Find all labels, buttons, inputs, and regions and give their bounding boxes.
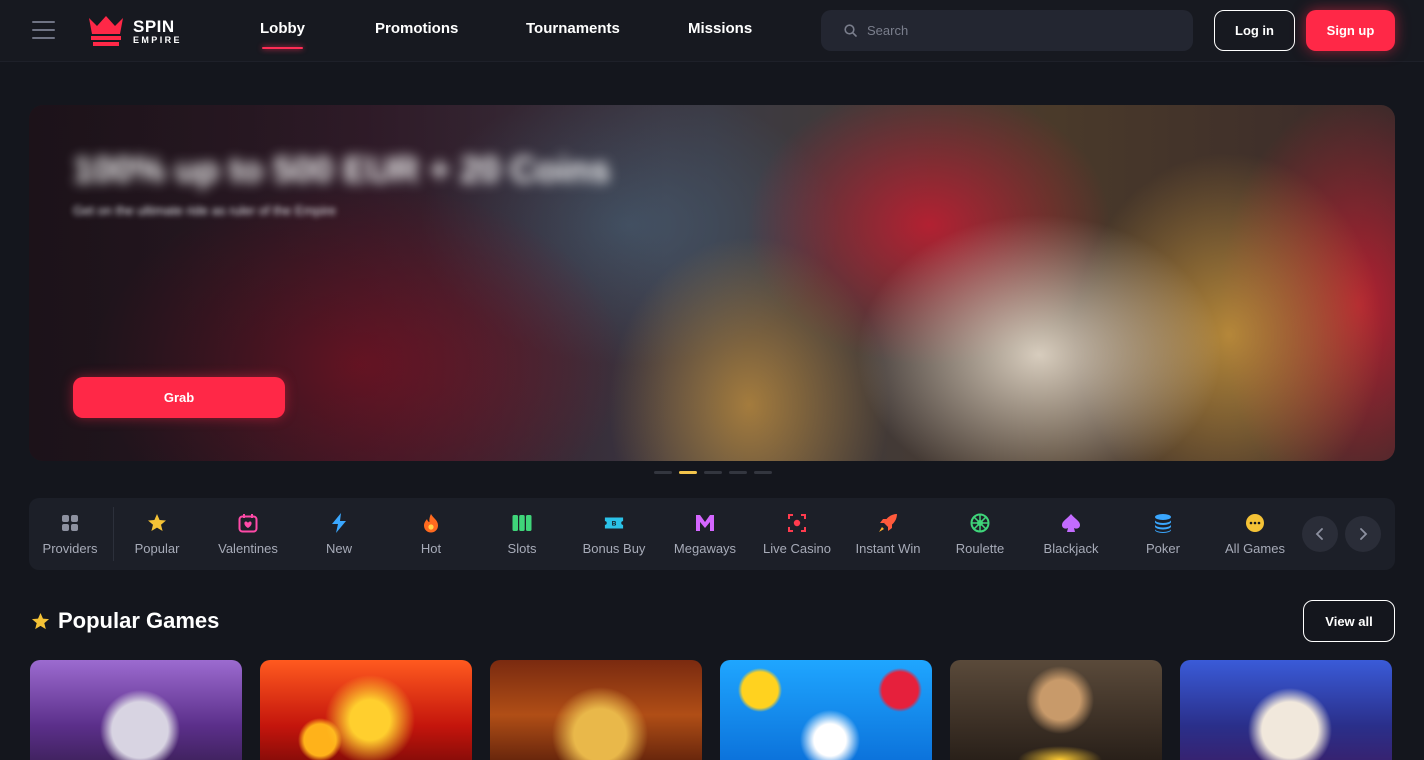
star-icon: [148, 513, 166, 531]
carousel-dot-5[interactable]: [754, 471, 772, 474]
grab-button[interactable]: Grab: [73, 377, 285, 418]
grid-icon: [62, 514, 78, 531]
dots-icon: [1246, 513, 1264, 532]
view-all-button[interactable]: View all: [1303, 600, 1395, 642]
logo-line-2: EMPIRE: [133, 34, 182, 45]
nav-promotions[interactable]: Promotions: [375, 20, 458, 37]
svg-text:B: B: [612, 520, 617, 527]
chevron-left-icon: [1315, 528, 1323, 540]
category-label: Roulette: [955, 540, 1005, 556]
category-all-games[interactable]: All Games: [1210, 498, 1300, 570]
live-icon: [788, 513, 806, 532]
category-label: New: [325, 540, 352, 556]
game-tile-1[interactable]: [30, 660, 242, 760]
category-megaways[interactable]: Megaways: [660, 498, 750, 570]
logo[interactable]: SPIN EMPIRE: [87, 14, 182, 48]
category-live-casino[interactable]: Live Casino: [752, 498, 842, 570]
megaways-icon: [696, 514, 714, 531]
category-valentines[interactable]: Valentines: [203, 498, 293, 570]
category-slots[interactable]: Slots: [477, 498, 567, 570]
search-box[interactable]: [821, 10, 1193, 51]
star-icon: [31, 612, 50, 629]
category-label: Live Casino: [763, 540, 831, 556]
signup-button[interactable]: Sign up: [1306, 10, 1395, 51]
lightning-icon: [332, 512, 346, 533]
category-label: Megaways: [673, 540, 737, 556]
menu-icon[interactable]: [32, 21, 55, 40]
category-next-button[interactable]: [1345, 516, 1381, 552]
logo-crown-icon: [89, 16, 123, 46]
popular-games-heading: Popular Games: [31, 608, 219, 634]
search-input[interactable]: [867, 23, 1167, 38]
category-roulette[interactable]: Roulette: [935, 498, 1025, 570]
chips-icon: [1155, 513, 1171, 533]
game-tile-2[interactable]: [260, 660, 472, 760]
category-label: Providers: [42, 540, 98, 556]
carousel-dot-2[interactable]: [679, 471, 697, 474]
nav-lobby[interactable]: Lobby: [260, 20, 305, 49]
game-tile-5[interactable]: [950, 660, 1162, 760]
logo-wordmark: SPIN EMPIRE: [133, 18, 182, 45]
category-label: Popular: [134, 540, 180, 556]
game-tile-4[interactable]: [720, 660, 932, 760]
category-bar: Providers Popular Valentines New Hot Slo…: [29, 498, 1395, 570]
game-tile-3[interactable]: [490, 660, 702, 760]
category-popular[interactable]: Popular: [112, 498, 202, 570]
logo-line-1: SPIN: [133, 16, 175, 36]
category-poker[interactable]: Poker: [1118, 498, 1208, 570]
nav-tournaments[interactable]: Tournaments: [526, 20, 620, 37]
category-blackjack[interactable]: Blackjack: [1026, 498, 1116, 570]
flame-icon: [424, 513, 438, 532]
hero-banner[interactable]: 100% up to 500 EUR + 20 Coins Get on the…: [29, 105, 1395, 461]
category-instant-win[interactable]: Instant Win: [843, 498, 933, 570]
category-label: Bonus Buy: [582, 540, 646, 556]
category-label: Valentines: [218, 540, 278, 556]
ticket-icon: B: [604, 517, 624, 528]
hero-subtitle: Get on the ultimate ride as ruler of the…: [73, 203, 337, 218]
carousel-dots: [654, 471, 772, 474]
category-hot[interactable]: Hot: [386, 498, 476, 570]
carousel-dot-3[interactable]: [704, 471, 722, 474]
category-label: Hot: [420, 540, 442, 556]
carousel-dot-1[interactable]: [654, 471, 672, 474]
top-header: SPIN EMPIRE Lobby Promotions Tournaments…: [0, 0, 1424, 62]
nav-missions[interactable]: Missions: [688, 20, 752, 37]
category-prev-button[interactable]: [1302, 516, 1338, 552]
slots-icon: [512, 514, 532, 531]
spade-icon: [1062, 513, 1080, 532]
category-label: Instant Win: [855, 540, 921, 556]
category-label: Slots: [507, 540, 537, 556]
category-label: All Games: [1225, 540, 1285, 556]
category-providers[interactable]: Providers: [25, 498, 115, 570]
search-icon: [844, 24, 857, 37]
category-label: Blackjack: [1043, 540, 1099, 556]
carousel-dot-4[interactable]: [729, 471, 747, 474]
rocket-icon: [879, 513, 897, 532]
category-label: Poker: [1146, 540, 1180, 556]
login-button[interactable]: Log in: [1214, 10, 1295, 51]
roulette-icon: [970, 513, 990, 532]
chevron-right-icon: [1360, 528, 1368, 540]
category-bonus-buy[interactable]: B Bonus Buy: [569, 498, 659, 570]
category-new[interactable]: New: [294, 498, 384, 570]
section-title: Popular Games: [58, 608, 220, 633]
game-tile-6[interactable]: [1180, 660, 1392, 760]
hero-title: 100% up to 500 EUR + 20 Coins: [73, 149, 611, 190]
calendar-heart-icon: [238, 513, 258, 532]
